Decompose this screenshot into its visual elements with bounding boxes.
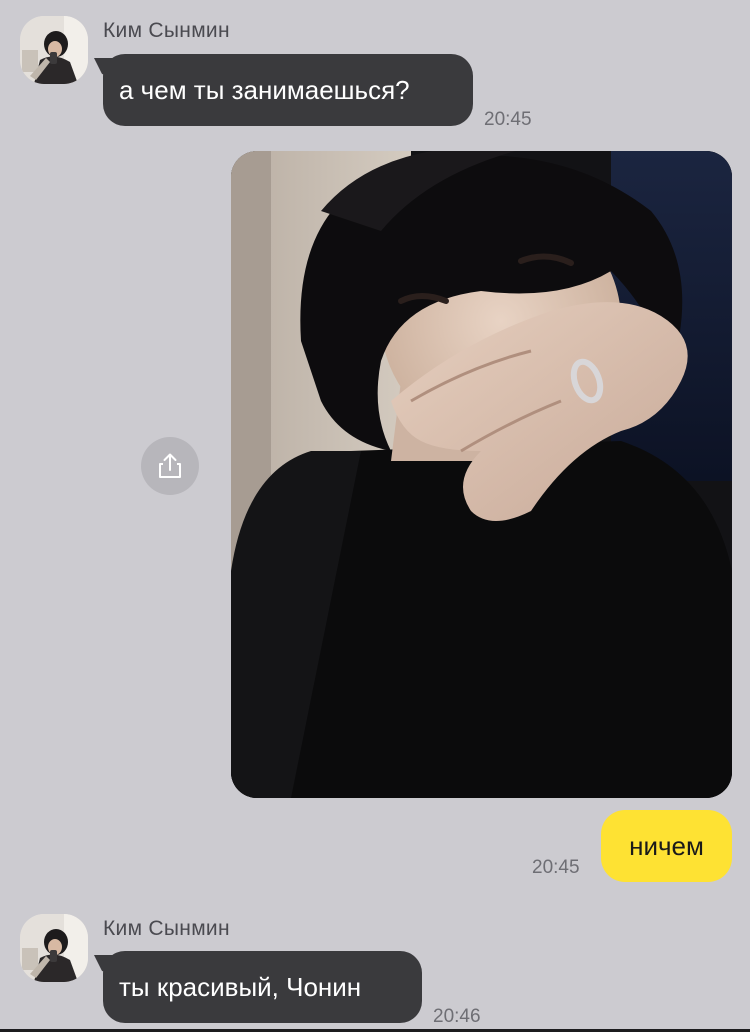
message-bubble-incoming[interactable]: а чем ты занимаешься?	[103, 54, 473, 126]
message-time: 20:45	[484, 109, 532, 130]
avatar-photo	[20, 914, 88, 982]
chat-view: Ким Сынмин а чем ты занимаешься? 20:45 2…	[0, 0, 750, 1032]
photo-message[interactable]	[231, 151, 732, 798]
message-time: 20:45	[532, 857, 580, 878]
message-bubble-outgoing[interactable]: ничем	[601, 810, 732, 882]
sender-avatar[interactable]	[20, 914, 88, 982]
share-button[interactable]	[141, 437, 199, 495]
sender-name: Ким Сынмин	[103, 19, 230, 42]
sender-avatar[interactable]	[20, 16, 88, 84]
shared-photo	[231, 151, 732, 798]
message-time: 20:46	[433, 1006, 481, 1027]
share-icon	[159, 453, 181, 478]
sender-name: Ким Сынмин	[103, 917, 230, 940]
avatar-photo	[20, 16, 88, 84]
message-bubble-incoming[interactable]: ты красивый, Чонин	[103, 951, 422, 1023]
